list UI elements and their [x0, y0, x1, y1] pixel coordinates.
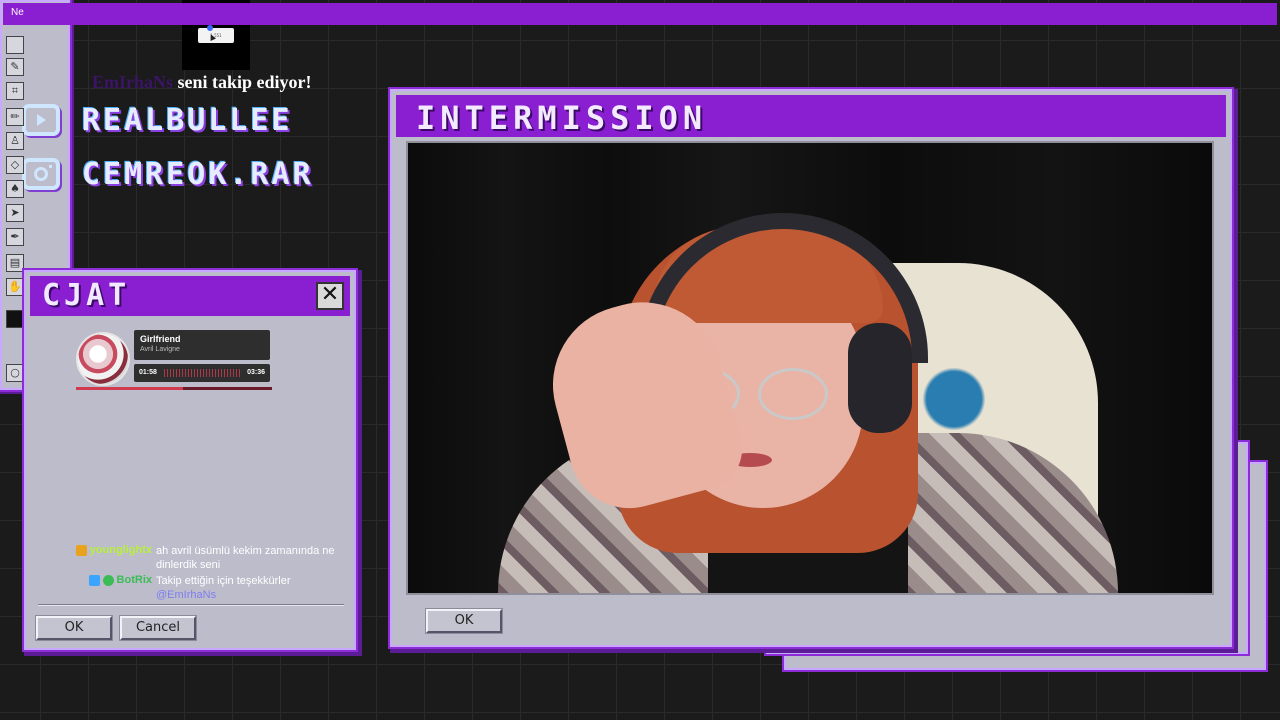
- zoom-tool-icon[interactable]: ○: [6, 364, 24, 382]
- album-cover: [76, 332, 130, 386]
- chat-divider: [38, 604, 344, 606]
- track-info: Girlfriend Avril Lavigne: [134, 330, 270, 360]
- crop-tool-icon[interactable]: ⌗: [6, 82, 24, 100]
- lasso-tool-icon[interactable]: ✎: [6, 58, 24, 76]
- now-playing-widget: Girlfriend Avril Lavigne 01:58 03:36: [76, 330, 272, 392]
- follow-message: seni takip ediyor!: [173, 72, 312, 92]
- follower-name: EmIrhaNs: [92, 72, 174, 92]
- youtube-icon: [22, 104, 60, 136]
- youtube-social: realbullee: [22, 102, 293, 138]
- progress-fill: [76, 387, 184, 390]
- song-title: Girlfriend: [140, 334, 181, 344]
- stamp-tool-icon[interactable]: ♙: [6, 132, 24, 150]
- intermission-window: INTERMISSION OK: [390, 89, 1232, 647]
- instagram-social: cemrEok.rar: [22, 156, 314, 192]
- glasses-right: [758, 368, 828, 420]
- elapsed-time: 01:58: [139, 369, 157, 376]
- widget-card: 1.551: [198, 28, 234, 43]
- chat-username[interactable]: younglightx: [90, 544, 152, 556]
- intermission-title: INTERMISSION: [416, 99, 708, 137]
- brush-tool-icon[interactable]: ♠: [6, 180, 24, 198]
- color-swatch-icon[interactable]: [6, 310, 24, 328]
- chat-username[interactable]: BotRix: [117, 574, 152, 586]
- chat-message-text: ah avril üsümlü kekim zamanında ne dinle…: [156, 545, 335, 571]
- chat-user[interactable]: BotRix: [62, 574, 152, 602]
- chat-user[interactable]: younglightx: [62, 544, 152, 572]
- chat-message: BotRix Takip ettiğin için teşekkürler @EmI…: [62, 574, 354, 602]
- artist-name: Avril Lavigne: [140, 346, 180, 353]
- chat-message: younglightx ah avril üsümlü kekim zamanın…: [62, 544, 354, 572]
- chat-messages: younglightx ah avril üsümlü kekim zamanın…: [62, 544, 354, 604]
- duration-time: 03:36: [247, 369, 265, 376]
- youtube-handle: realbullee: [82, 102, 293, 138]
- paint-window-title: Ne: [3, 3, 1277, 25]
- headphone-earcup: [848, 323, 912, 433]
- chat-window: CJAT ✕ Girlfriend Avril Lavigne 01:58 03…: [24, 270, 356, 650]
- text-tool-icon[interactable]: ▤: [6, 254, 24, 272]
- hand-tool-icon[interactable]: ✋: [6, 278, 24, 296]
- webcam-feed: [406, 141, 1214, 595]
- select-tool-icon[interactable]: [6, 36, 24, 54]
- chat-text: Takip ettiğin için teşekkürler @EmIrhaNs: [156, 574, 354, 602]
- pen-tool-icon[interactable]: ✒: [6, 228, 24, 246]
- chat-text: ah avril üsümlü kekim zamanında ne dinle…: [156, 544, 354, 572]
- pointer-tool-icon[interactable]: ➤: [6, 204, 24, 222]
- chat-title: CJAT: [42, 278, 131, 313]
- eraser-tool-icon[interactable]: ◇: [6, 156, 24, 174]
- ok-button[interactable]: OK: [36, 616, 112, 640]
- follow-alert: EmIrhaNs seni takip ediyor!: [92, 72, 312, 93]
- intermission-title-bar: INTERMISSION: [396, 95, 1226, 137]
- chat-mention[interactable]: @EmIrhaNs: [156, 589, 216, 601]
- cancel-button[interactable]: Cancel: [120, 616, 196, 640]
- mod-badge-icon: [88, 575, 100, 586]
- playback-bar: 01:58 03:36: [134, 364, 270, 382]
- blue-dot-icon: [207, 25, 213, 31]
- waveform: [164, 369, 240, 377]
- sub-badge-icon: [75, 545, 87, 556]
- intermission-ok-button[interactable]: OK: [426, 609, 502, 633]
- instagram-handle: cemrEok.rar: [82, 156, 314, 192]
- progress-bar: [76, 387, 272, 390]
- chat-title-bar: CJAT ✕: [30, 276, 350, 316]
- close-button[interactable]: ✕: [316, 282, 344, 310]
- verified-badge-icon: [102, 575, 114, 586]
- pencil-tool-icon[interactable]: ✏: [6, 108, 24, 126]
- instagram-icon: [22, 158, 60, 190]
- chat-message-text: Takip ettiğin için teşekkürler: [156, 575, 291, 587]
